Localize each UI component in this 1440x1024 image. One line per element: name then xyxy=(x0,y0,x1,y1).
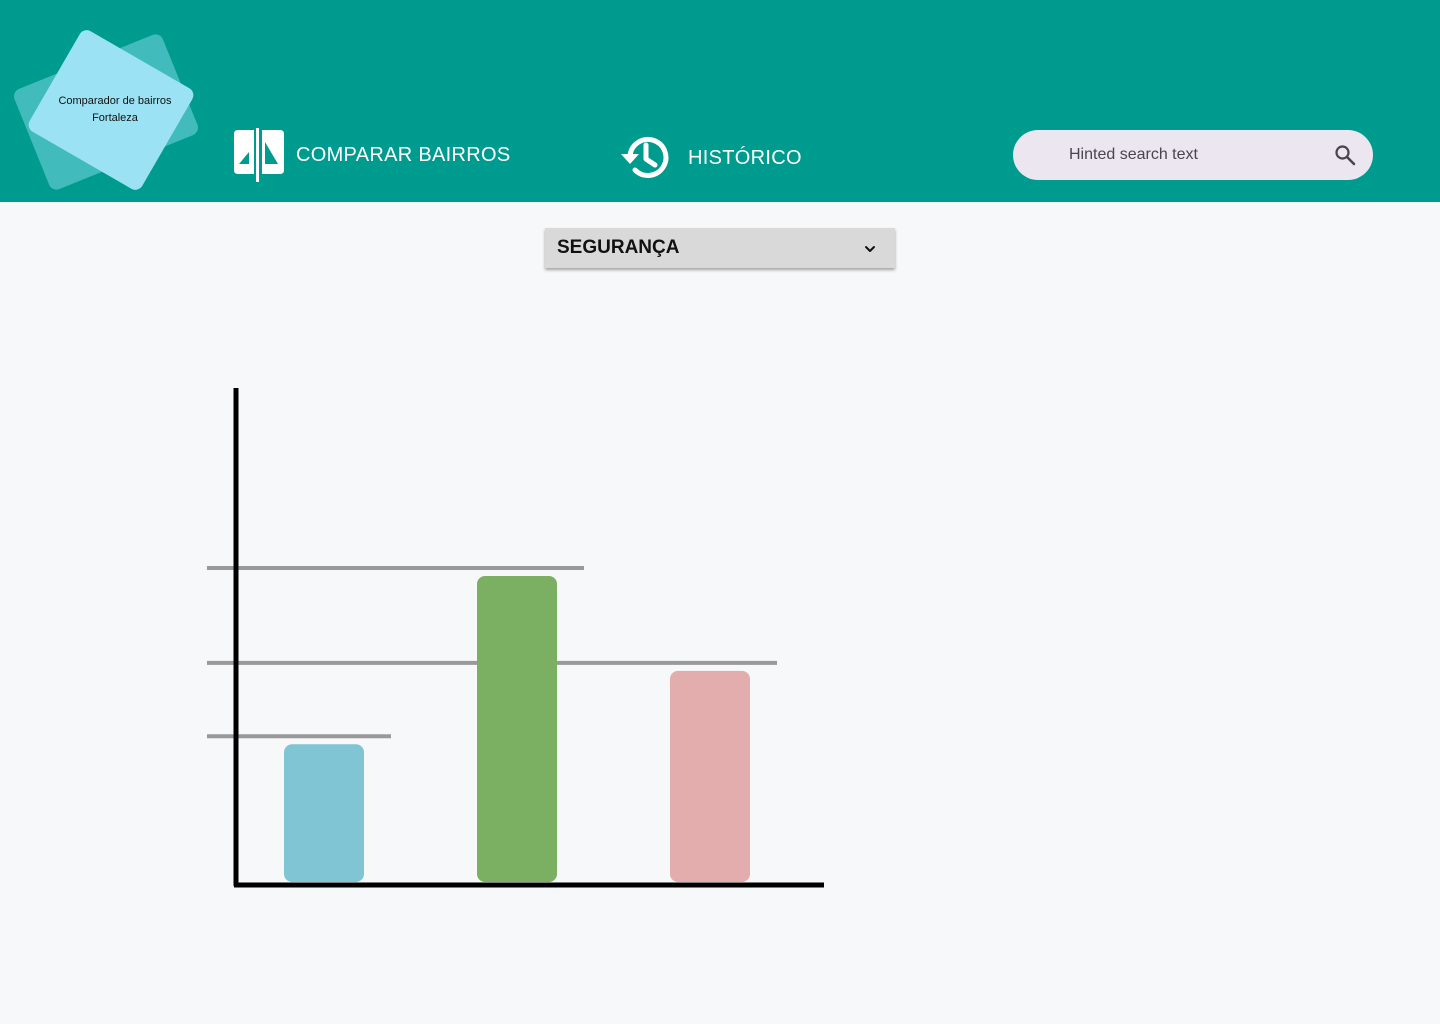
category-select-value: SEGURANÇA xyxy=(557,237,680,258)
history-icon xyxy=(621,137,669,178)
chevron-down-icon xyxy=(865,246,875,252)
search-icon[interactable] xyxy=(1333,143,1357,167)
bar-1[interactable] xyxy=(284,744,364,882)
search-bar[interactable] xyxy=(1013,130,1373,180)
app-logo[interactable]: Comparador de bairros Fortaleza xyxy=(0,0,220,202)
nav-historico[interactable]: HISTÓRICO xyxy=(618,130,802,186)
compare-icon xyxy=(234,128,284,182)
bar-2[interactable] xyxy=(477,576,557,882)
nav-history-label: HISTÓRICO xyxy=(688,146,802,169)
nav-compare-label: COMPARAR BAIRROS xyxy=(296,143,511,166)
nav-compare-bairros[interactable]: COMPARAR BAIRROS xyxy=(232,128,510,182)
logo-line-2: Fortaleza xyxy=(92,112,138,124)
bar-3[interactable] xyxy=(670,670,750,882)
logo-line-1: Comparador de bairros xyxy=(58,95,172,107)
search-input[interactable] xyxy=(1069,142,1329,168)
category-select[interactable]: SEGURANÇA xyxy=(545,228,895,268)
logo-text: Comparador de bairros Fortaleza xyxy=(30,93,200,127)
top-app-bar: Comparador de bairros Fortaleza COMPARAR… xyxy=(0,0,1440,202)
